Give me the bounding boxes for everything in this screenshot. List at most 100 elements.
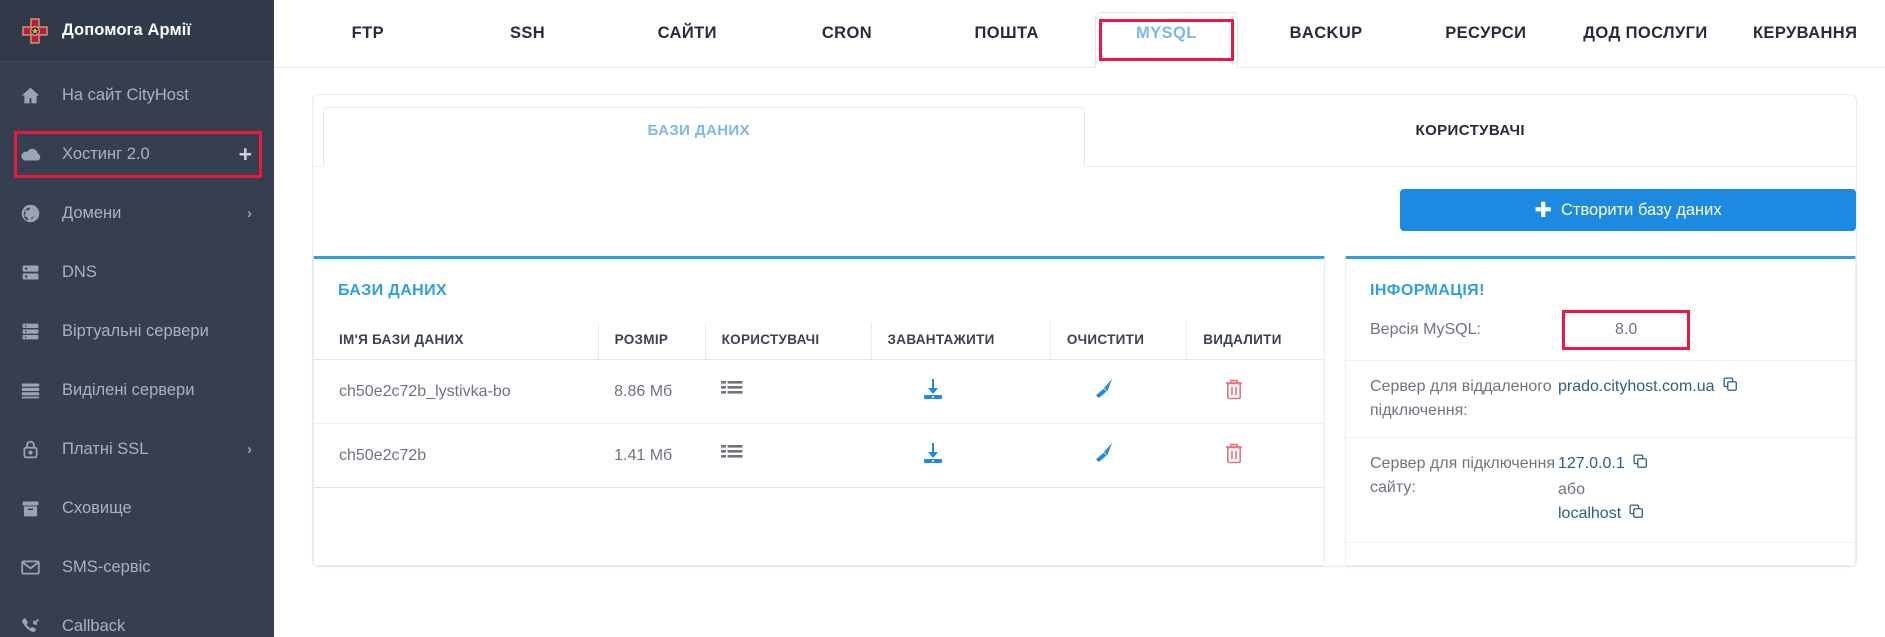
list-icon[interactable]: [721, 379, 743, 399]
sidebar-item-label: На сайт CityHost: [62, 86, 189, 104]
site-server-or: або: [1558, 481, 1585, 498]
cloud-icon: [20, 144, 50, 166]
copy-icon[interactable]: [1722, 376, 1739, 401]
sidebar-brand-label: Допомога Армії: [62, 21, 192, 39]
col-delete: ВИДАЛИТИ: [1186, 322, 1324, 360]
sidebar-item-sms[interactable]: SMS-сервіс: [0, 538, 274, 597]
tab-label: SSH: [509, 24, 546, 42]
db-clean-cell: [1050, 359, 1187, 424]
tab-cron[interactable]: CRON: [767, 0, 927, 67]
col-download: ЗАВАНТАЖИТИ: [870, 322, 1051, 360]
content-area: БАЗИ ДАНИХ КОРИСТУВАЧІ ✚ Створити базу д…: [274, 68, 1885, 567]
lock-icon: [20, 439, 50, 460]
db-size: 1.41 Мб: [598, 423, 706, 488]
sidebar-item-dns[interactable]: DNS: [0, 243, 274, 302]
tab-ssh[interactable]: SSH: [448, 0, 608, 67]
db-clean-cell: [1050, 423, 1187, 488]
tab-sites[interactable]: САЙТИ: [607, 0, 767, 67]
col-clean: ОЧИСТИТИ: [1049, 322, 1187, 360]
tab-extra-services[interactable]: ДОД ПОСЛУГИ: [1566, 0, 1726, 67]
sidebar-item-cityhost[interactable]: На сайт CityHost: [0, 66, 274, 125]
sidebar-item-dedicated[interactable]: Виділені сервери: [0, 361, 274, 420]
sidebar-item-ssl[interactable]: Платні SSL ›: [0, 420, 274, 479]
info-value: 127.0.0.1 або localhost: [1558, 452, 1831, 528]
sidebar-item-hosting[interactable]: Хостинг 2.0 +: [0, 125, 274, 184]
remote-server-host[interactable]: prado.cityhost.com.ua: [1558, 378, 1715, 395]
tab-label: CRON: [821, 24, 873, 42]
mysql-version-badge: 8.0: [1562, 310, 1691, 350]
broom-icon[interactable]: [1092, 441, 1116, 465]
db-name: ch50e2c72b: [314, 423, 599, 488]
trash-icon[interactable]: [1223, 377, 1245, 401]
sidebar-item-domains[interactable]: Домени ›: [0, 184, 274, 243]
mysql-panel: БАЗИ ДАНИХ КОРИСТУВАЧІ ✚ Створити базу д…: [312, 94, 1857, 567]
download-icon[interactable]: [921, 377, 945, 401]
tab-mysql[interactable]: MYSQL: [1087, 0, 1247, 68]
sidebar-brand[interactable]: Допомога Армії: [0, 0, 274, 62]
plus-icon[interactable]: +: [239, 143, 252, 166]
site-server-localhost[interactable]: localhost: [1558, 505, 1621, 522]
sidebar-item-storage[interactable]: Сховище: [0, 479, 274, 538]
tab-label: ДОД ПОСЛУГИ: [1583, 24, 1708, 42]
tab-mail[interactable]: ПОШТА: [927, 0, 1087, 67]
sub-tab-bar: БАЗИ ДАНИХ КОРИСТУВАЧІ: [313, 95, 1856, 167]
subtab-databases[interactable]: БАЗИ ДАНИХ: [313, 95, 1085, 167]
home-icon: [20, 85, 50, 106]
military-cross-icon: [18, 14, 52, 48]
sidebar-item-vps[interactable]: Віртуальні сервери: [0, 302, 274, 361]
databases-card: БАЗИ ДАНИХ ІМ'Я БАЗИ ДАНИХ РОЗМІР КОРИСТ…: [313, 256, 1325, 566]
create-row: ✚ Створити базу даних: [313, 167, 1856, 231]
table-row: ch50e2c72b_lystivka-bo 8.86 Мб: [314, 359, 1324, 424]
chevron-right-icon: ›: [247, 441, 252, 458]
db-delete-cell: [1186, 423, 1324, 488]
tab-label: MYSQL: [1136, 24, 1197, 42]
tab-backup[interactable]: BACKUP: [1246, 0, 1406, 67]
broom-icon[interactable]: [1092, 377, 1116, 401]
sidebar-item-label: Callback: [62, 617, 126, 635]
main-area: FTP SSH САЙТИ CRON ПОШТА MYSQL BACKUP РЕ…: [274, 0, 1885, 637]
chevron-right-icon: ›: [247, 205, 252, 222]
subtab-label: БАЗИ ДАНИХ: [647, 122, 751, 139]
info-row-version: Версія MySQL: 8.0: [1346, 300, 1855, 361]
sidebar-nav: На сайт CityHost Хостинг 2.0 + Домени ›: [0, 62, 274, 637]
tab-label: САЙТИ: [657, 24, 717, 42]
sidebar-item-label: Виділені сервери: [62, 381, 195, 399]
list-icon[interactable]: [721, 443, 743, 463]
tab-management[interactable]: КЕРУВАННЯ: [1725, 0, 1885, 67]
sidebar-item-label: DNS: [62, 263, 97, 281]
envelope-icon: [20, 557, 50, 578]
site-server-ip[interactable]: 127.0.0.1: [1558, 455, 1625, 472]
sidebar-item-callback[interactable]: Callback: [0, 597, 274, 637]
info-card-title: ІНФОРМАЦІЯ!: [1370, 282, 1485, 299]
subtab-users[interactable]: КОРИСТУВАЧІ: [1085, 95, 1857, 166]
db-download-cell: [871, 359, 1051, 424]
tab-resources[interactable]: РЕСУРСИ: [1406, 0, 1566, 67]
download-icon[interactable]: [921, 441, 945, 465]
db-users-cell: [705, 423, 872, 488]
phone-incoming-icon: [20, 616, 50, 637]
databases-table: ІМ'Я БАЗИ ДАНИХ РОЗМІР КОРИСТУВАЧІ ЗАВАН…: [314, 322, 1324, 488]
create-database-button[interactable]: ✚ Створити базу даних: [1400, 189, 1856, 231]
app-root: Допомога Армії На сайт CityHost Хостинг …: [0, 0, 1885, 637]
db-delete-cell: [1186, 359, 1324, 424]
trash-icon[interactable]: [1223, 441, 1245, 465]
table-row: ch50e2c72b 1.41 Мб: [314, 423, 1324, 488]
panels-row: БАЗИ ДАНИХ ІМ'Я БАЗИ ДАНИХ РОЗМІР КОРИСТ…: [313, 256, 1856, 566]
sidebar-item-label: Віртуальні сервери: [62, 322, 209, 340]
tab-label: BACKUP: [1289, 24, 1363, 42]
col-users: КОРИСТУВАЧІ: [704, 322, 872, 360]
copy-icon[interactable]: [1632, 453, 1649, 478]
create-database-label: Створити базу даних: [1560, 200, 1722, 219]
info-card: ІНФОРМАЦІЯ! Версія MySQL: 8.0 Сервер для…: [1345, 256, 1856, 566]
copy-icon[interactable]: [1628, 503, 1645, 528]
tab-ftp[interactable]: FTP: [288, 0, 448, 67]
tab-label: ПОШТА: [974, 24, 1039, 42]
sidebar-item-label: Домени: [62, 204, 122, 222]
tab-label: КЕРУВАННЯ: [1752, 24, 1858, 42]
info-label: Сервер для підключення сайту:: [1370, 455, 1555, 496]
sidebar-item-label: Платні SSL: [62, 440, 149, 458]
col-size: РОЗМІР: [597, 322, 706, 360]
info-row-remote-server: Сервер для віддаленого підключення: prad…: [1346, 361, 1855, 438]
db-users-cell: [705, 359, 872, 424]
dns-icon: [20, 262, 50, 283]
